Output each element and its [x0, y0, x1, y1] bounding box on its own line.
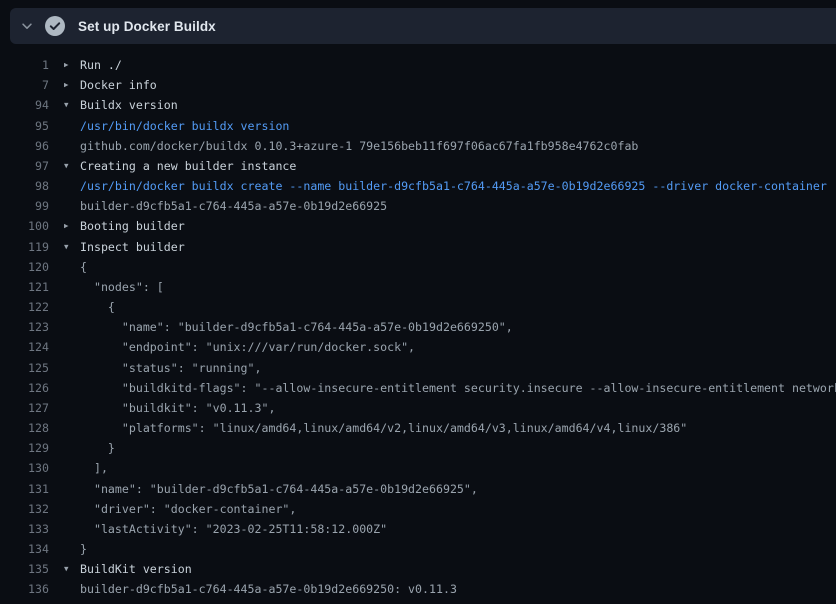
log-text: "lastActivity": "2023-02-25T11:58:12.000… — [80, 519, 387, 539]
disclosure-expanded-icon[interactable]: ▼ — [64, 95, 80, 115]
log-text: Buildx version — [80, 95, 178, 115]
log-group-row[interactable]: 119 ▼Inspect builder — [0, 237, 836, 257]
log-text: "nodes": [ — [80, 277, 164, 297]
line-number-link[interactable]: 119 — [0, 237, 49, 257]
line-number-link[interactable]: 120 — [0, 257, 49, 277]
log-text: { — [80, 297, 115, 317]
log-text: "platforms": "linux/amd64,linux/amd64/v2… — [80, 418, 687, 438]
log-line: 134} — [0, 539, 836, 559]
line-number-link[interactable]: 131 — [0, 479, 49, 499]
log-line: 98/usr/bin/docker buildx create --name b… — [0, 176, 836, 196]
log-text: Creating a new builder instance — [80, 156, 296, 176]
log-text: ], — [80, 458, 108, 478]
disclosure-expanded-icon[interactable]: ▼ — [64, 156, 80, 176]
log-line: 99 builder-d9cfb5a1-c764-445a-a57e-0b19d2… — [0, 196, 836, 216]
line-number-link[interactable]: 134 — [0, 539, 49, 559]
line-number-link[interactable]: 129 — [0, 438, 49, 458]
line-number-link[interactable]: 99 — [0, 196, 49, 216]
line-number-link[interactable]: 7 — [0, 75, 49, 95]
disclosure-expanded-icon[interactable]: ▼ — [64, 559, 80, 579]
step-title: Set up Docker Buildx — [78, 19, 216, 34]
log-group-row[interactable]: 1 ▶Run ./ — [0, 55, 836, 75]
log-text: "driver": "docker-container", — [80, 499, 296, 519]
line-number-link[interactable]: 130 — [0, 458, 49, 478]
line-number-link[interactable]: 128 — [0, 418, 49, 438]
disclosure-collapsed-icon[interactable]: ▶ — [64, 55, 80, 75]
status-check-icon — [45, 16, 65, 36]
log-text: "endpoint": "unix:///var/run/docker.sock… — [80, 337, 415, 357]
log-line: 128 "platforms": "linux/amd64,linux/amd6… — [0, 418, 836, 438]
line-number-link[interactable]: 96 — [0, 136, 49, 156]
line-number-link[interactable]: 122 — [0, 297, 49, 317]
log-line: 95/usr/bin/docker buildx version — [0, 116, 836, 136]
log-text: Run ./ — [80, 55, 122, 75]
line-number-link[interactable]: 136 — [0, 579, 49, 599]
log-line: 129 } — [0, 438, 836, 458]
line-number-link[interactable]: 132 — [0, 499, 49, 519]
log-text: "buildkitd-flags": "--allow-insecure-ent… — [80, 378, 836, 398]
log-line: 96 github.com/docker/buildx 0.10.3+azure-… — [0, 136, 836, 156]
log-text: builder-d9cfb5a1-c764-445a-a57e-0b19d2e6… — [80, 196, 387, 216]
line-number-link[interactable]: 126 — [0, 378, 49, 398]
log-text: "name": "builder-d9cfb5a1-c764-445a-a57e… — [80, 479, 478, 499]
log-group-row[interactable]: 7 ▶Docker info — [0, 75, 836, 95]
log-group-row[interactable]: 94 ▼Buildx version — [0, 95, 836, 115]
log-line: 124 "endpoint": "unix:///var/run/docker.… — [0, 337, 836, 357]
log-line: 122 { — [0, 297, 836, 317]
line-number-link[interactable]: 125 — [0, 358, 49, 378]
disclosure-expanded-icon[interactable]: ▼ — [64, 237, 80, 257]
log-line: 131 "name": "builder-d9cfb5a1-c764-445a-… — [0, 479, 836, 499]
log-line: 121 "nodes": [ — [0, 277, 836, 297]
log-text: "name": "builder-d9cfb5a1-c764-445a-a57e… — [80, 317, 513, 337]
log-text: BuildKit version — [80, 559, 192, 579]
log-group-row[interactable]: 100 ▶Booting builder — [0, 216, 836, 236]
log-line: 132 "driver": "docker-container", — [0, 499, 836, 519]
log-line: 130 ], — [0, 458, 836, 478]
log-line: 126 "buildkitd-flags": "--allow-insecure… — [0, 378, 836, 398]
log-group-row[interactable]: 135 ▼BuildKit version — [0, 559, 836, 579]
log-text: } — [80, 438, 115, 458]
log-text: Booting builder — [80, 216, 185, 236]
log-text: Docker info — [80, 75, 157, 95]
log-line: 125 "status": "running", — [0, 358, 836, 378]
line-number-link[interactable]: 124 — [0, 337, 49, 357]
line-number-link[interactable]: 98 — [0, 176, 49, 196]
line-number-link[interactable]: 97 — [0, 156, 49, 176]
log-text: /usr/bin/docker buildx create --name bui… — [80, 176, 827, 196]
log-lines-container: 1▶Run ./7▶Docker info94▼Buildx version95… — [0, 55, 836, 600]
log-line: 123 "name": "builder-d9cfb5a1-c764-445a-… — [0, 317, 836, 337]
log-text: } — [80, 539, 87, 559]
line-number-link[interactable]: 135 — [0, 559, 49, 579]
log-text: "buildkit": "v0.11.3", — [80, 398, 275, 418]
log-text: { — [80, 257, 87, 277]
log-line: 120 { — [0, 257, 836, 277]
line-number-link[interactable]: 94 — [0, 95, 49, 115]
line-number-link[interactable]: 127 — [0, 398, 49, 418]
line-number-link[interactable]: 95 — [0, 116, 49, 136]
line-number-link[interactable]: 121 — [0, 277, 49, 297]
log-text: /usr/bin/docker buildx version — [80, 116, 289, 136]
chevron-down-icon[interactable] — [19, 18, 35, 34]
log-group-row[interactable]: 97 ▼Creating a new builder instance — [0, 156, 836, 176]
line-number-link[interactable]: 133 — [0, 519, 49, 539]
line-number-link[interactable]: 123 — [0, 317, 49, 337]
disclosure-collapsed-icon[interactable]: ▶ — [64, 75, 80, 95]
log-text: Inspect builder — [80, 237, 185, 257]
log-line: 133 "lastActivity": "2023-02-25T11:58:12… — [0, 519, 836, 539]
log-line: 136 builder-d9cfb5a1-c764-445a-a57e-0b19d… — [0, 579, 836, 599]
step-header[interactable]: Set up Docker Buildx — [10, 8, 836, 44]
line-number-link[interactable]: 1 — [0, 55, 49, 75]
log-text: "status": "running", — [80, 358, 261, 378]
log-line: 127 "buildkit": "v0.11.3", — [0, 398, 836, 418]
disclosure-collapsed-icon[interactable]: ▶ — [64, 216, 80, 236]
line-number-link[interactable]: 100 — [0, 216, 49, 236]
log-text: github.com/docker/buildx 0.10.3+azure-1 … — [80, 136, 638, 156]
log-text: builder-d9cfb5a1-c764-445a-a57e-0b19d2e6… — [80, 579, 457, 599]
